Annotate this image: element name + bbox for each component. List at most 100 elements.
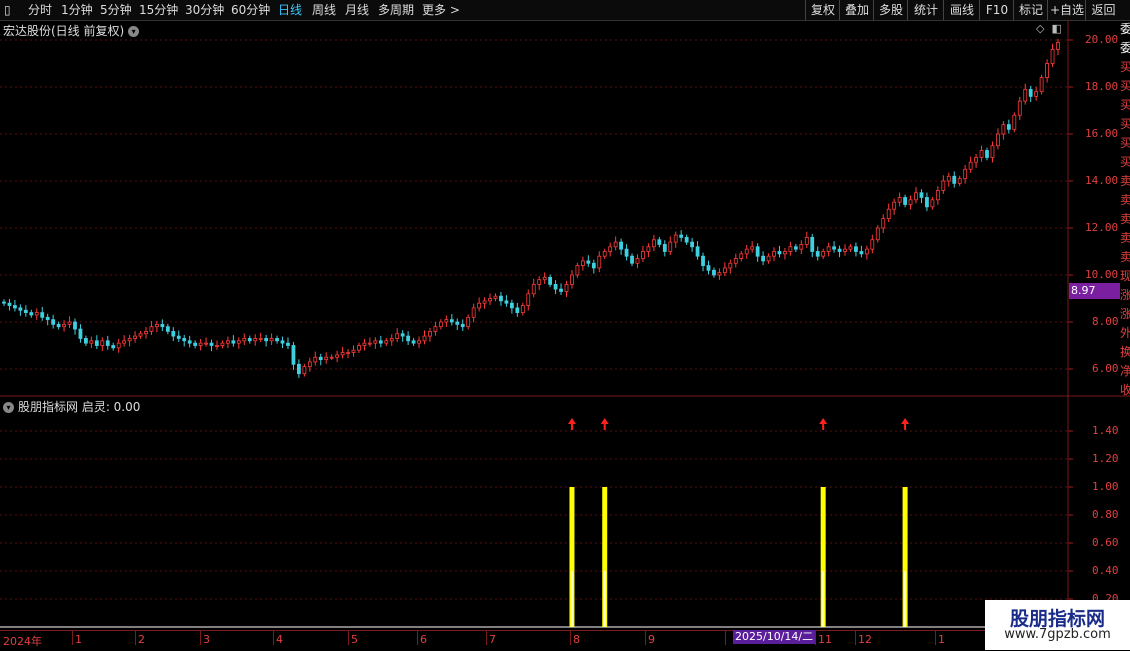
candle-body xyxy=(460,323,465,328)
indicator-y-label: 0.80 xyxy=(1092,508,1119,521)
quote-field-label: 卖 xyxy=(1120,231,1130,245)
candle-body xyxy=(253,338,258,342)
quote-side-panel: 委委买买买买买买卖卖卖卖卖现涨涨外换净收 xyxy=(1120,20,1130,630)
candle-body xyxy=(149,326,154,332)
candle-body xyxy=(258,338,263,340)
candle-body xyxy=(444,319,449,323)
quote-field-label: 换 xyxy=(1120,345,1130,359)
date-label: 12 xyxy=(858,633,872,646)
candle-body xyxy=(657,239,662,245)
y-label: 14.00 xyxy=(1085,174,1119,187)
y-label: 12.00 xyxy=(1085,221,1119,234)
candle-body xyxy=(580,260,585,266)
candle-body xyxy=(466,316,471,328)
candle-body xyxy=(848,246,853,250)
candle-body xyxy=(318,356,323,360)
candle-body xyxy=(930,199,935,208)
candle-body xyxy=(925,197,929,208)
signal-bar-core xyxy=(822,571,825,627)
candle-body xyxy=(198,342,203,346)
quote-field-label: 现 xyxy=(1120,269,1130,283)
candle-body xyxy=(1017,100,1022,116)
date-label: 1 xyxy=(938,633,945,646)
kline-chart[interactable] xyxy=(0,0,1130,650)
candle-body xyxy=(537,279,542,285)
panel-toggle-icon[interactable]: ◧ xyxy=(1051,22,1061,35)
candle-body xyxy=(389,338,394,342)
candle-body xyxy=(613,241,618,248)
candle-body xyxy=(941,180,946,191)
candle-body xyxy=(78,328,83,339)
date-label: 3 xyxy=(203,633,210,646)
quote-field-label: 外 xyxy=(1120,326,1130,340)
quote-field-label: 卖 xyxy=(1120,174,1130,188)
candle-body xyxy=(324,356,329,360)
candle-body xyxy=(793,246,798,250)
chevron-down-icon[interactable]: ▾ xyxy=(128,26,140,37)
candle-body xyxy=(985,150,989,158)
candle-body xyxy=(133,335,137,339)
candle-body xyxy=(127,338,132,342)
candle-body xyxy=(384,340,389,344)
candle-body xyxy=(1039,77,1044,93)
candle-body xyxy=(176,335,181,339)
candle-body xyxy=(564,283,569,292)
candle-body xyxy=(23,309,28,313)
candle-body xyxy=(204,342,208,345)
candle-body xyxy=(242,338,247,342)
candle-body xyxy=(122,340,127,344)
quote-field-label: 买 xyxy=(1120,98,1130,112)
candle-body xyxy=(111,345,116,349)
candle-body xyxy=(914,192,918,201)
site-watermark: 股朋指标网 www.7gpzb.com xyxy=(985,600,1130,650)
candle-body xyxy=(357,345,361,351)
candle-body xyxy=(193,342,198,346)
candle-body xyxy=(1056,41,1060,50)
candle-body xyxy=(597,255,602,269)
indicator-title: ▾ 股朋指标网 启灵: 0.00 xyxy=(3,398,140,415)
candle-body xyxy=(553,283,558,290)
candle-body xyxy=(155,323,159,328)
signal-bar-core xyxy=(603,571,606,627)
date-label: 7 xyxy=(489,633,496,646)
candle-body xyxy=(810,236,815,252)
date-axis: 2024年 1 2 3 4 5 6 7 8 9 11 12 1 xyxy=(0,630,1130,651)
date-label: 5 xyxy=(351,633,358,646)
cursor-date-label: 2025/10/14/二 xyxy=(733,630,816,644)
candle-body xyxy=(979,150,984,158)
candle-body xyxy=(247,338,252,342)
candle-body xyxy=(695,246,700,257)
candle-body xyxy=(821,251,826,257)
date-label: 1 xyxy=(75,633,82,646)
date-label: 8 xyxy=(573,633,580,646)
candle-body xyxy=(51,319,56,325)
candle-body xyxy=(908,199,913,205)
candle-body xyxy=(832,246,836,250)
y-label: 10.00 xyxy=(1085,268,1119,281)
candle-body xyxy=(531,283,536,295)
candle-body xyxy=(586,260,591,264)
date-label: 6 xyxy=(420,633,427,646)
candle-body xyxy=(433,326,438,332)
candle-body xyxy=(488,298,492,302)
diamond-icon[interactable]: ◇ xyxy=(1036,22,1044,35)
candle-body xyxy=(761,255,765,262)
candle-body xyxy=(1028,88,1033,97)
quote-field-label: 卖 xyxy=(1120,212,1130,226)
candle-body xyxy=(400,333,405,337)
candle-body xyxy=(635,258,640,264)
candle-body xyxy=(215,345,219,347)
candle-body xyxy=(859,251,864,255)
quote-field-label: 涨 xyxy=(1120,288,1130,302)
chevron-down-icon[interactable]: ▾ xyxy=(3,402,14,413)
up-arrow-icon xyxy=(600,418,609,424)
candle-body xyxy=(1045,63,1049,79)
candle-body xyxy=(297,363,301,375)
candle-body xyxy=(144,330,148,335)
candle-body xyxy=(717,272,722,276)
candle-body xyxy=(526,293,531,306)
candle-body xyxy=(438,321,443,328)
candle-body xyxy=(515,307,520,313)
candle-body xyxy=(744,248,749,255)
y-label: 20.00 xyxy=(1085,33,1119,46)
